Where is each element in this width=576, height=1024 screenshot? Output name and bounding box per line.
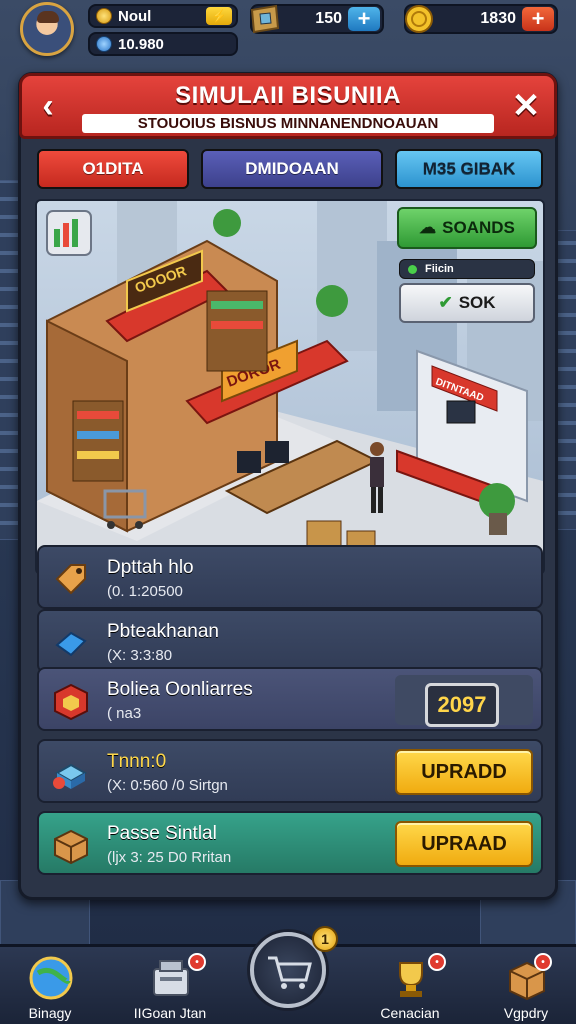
tab-first[interactable]: O1DITA xyxy=(37,149,189,189)
player-cash-pill: 10.980 xyxy=(88,32,238,56)
close-icon[interactable]: ✕ xyxy=(508,87,544,125)
check-icon: ✔ xyxy=(438,293,453,312)
list-item[interactable]: Pbteakhanan (X: 3:3:80 xyxy=(37,609,543,673)
status-dot-icon xyxy=(408,264,417,274)
counter-frame: 2097 xyxy=(395,675,533,727)
row-desc: (0. 1:20500 xyxy=(107,583,183,600)
player-name-pill: Noul ⚡ xyxy=(88,4,238,28)
map-gem-icon xyxy=(250,4,280,34)
row-desc: ( na3 xyxy=(107,705,142,722)
sounds-label: SOANDS xyxy=(442,218,515,237)
coins-value: 1830 xyxy=(480,10,516,27)
row-counter[interactable]: 2097 xyxy=(425,683,499,727)
list-item[interactable]: Dpttah hlo (0. 1:20500 xyxy=(37,545,543,609)
row-name: Passe Sintlal xyxy=(107,823,217,844)
globe-icon xyxy=(29,956,73,1000)
player-avatar[interactable] xyxy=(20,2,74,56)
list-item[interactable]: Boliea Oonliarres ( na3 2097 xyxy=(37,667,543,731)
panel-subtitle: STOUOIUS BISNUS MINNANENDNOAUAN xyxy=(82,114,494,133)
panel-header: ‹ SIMULAII BISUNIIA STOUOIUS BISNUS MINN… xyxy=(19,73,557,139)
gems-counter: 150 + xyxy=(250,4,384,34)
row-name: Boliea Oonliarres xyxy=(107,679,253,700)
nav-label: IIGoan Jtan xyxy=(133,1005,207,1021)
nav-label: Vgpdry xyxy=(503,1005,549,1021)
shop-scene[interactable]: OOOOR DOROR DITNTAAD ☁ SOANDS Fiicin ✔ S… xyxy=(35,199,545,575)
back-arrow-icon[interactable]: ‹ xyxy=(30,87,66,125)
top-bar: Noul ⚡ 10.980 150 + 1830 + xyxy=(0,0,576,64)
nav-item-cenacian[interactable]: • Cenacian xyxy=(360,947,460,1024)
upgrade-button[interactable]: UPRADD xyxy=(395,749,533,795)
gems-value: 150 xyxy=(315,10,342,27)
cash-icon xyxy=(96,36,112,52)
player-cash: 10.980 xyxy=(118,35,164,53)
player-info: Noul ⚡ 10.980 xyxy=(84,2,240,58)
coin-icon xyxy=(96,8,112,24)
cart-badge: 1 xyxy=(312,926,338,952)
nav-item-binagy[interactable]: Binagy xyxy=(0,947,100,1024)
sok-label: SOK xyxy=(458,293,496,312)
nav-item-shop[interactable]: • IIGoan Jtan xyxy=(120,947,220,1024)
list-item[interactable]: Tnnn:0 (X: 0:560 /0 Sirtgn UPRADD xyxy=(37,739,543,803)
nav-item-vgpdry[interactable]: • Vgpdry xyxy=(476,947,576,1024)
row-name: Pbteakhanan xyxy=(107,621,219,642)
tab-bar: O1DITA DMIDOAAN M35 GIBAK xyxy=(37,149,545,191)
speech-icon: ☁ xyxy=(419,218,437,237)
row-desc: (ljx 3: 25 D0 Rritan xyxy=(107,849,232,866)
nav-badge: • xyxy=(534,953,552,971)
upgrade-button[interactable]: UPRAAD xyxy=(395,821,533,867)
nav-badge: • xyxy=(428,953,446,971)
shop-illustration: OOOOR DOROR DITNTAAD xyxy=(37,201,543,573)
panel-title: SIMULAII BISUNIIA xyxy=(175,82,401,109)
row-desc: (X: 3:3:80 xyxy=(107,647,173,664)
row-name: Dpttah hlo xyxy=(107,557,194,578)
coins-counter: 1830 + xyxy=(404,4,558,34)
crate-icon xyxy=(54,829,88,865)
box-stack-icon xyxy=(53,763,88,789)
nav-label: Cenacian xyxy=(380,1005,440,1021)
list-item[interactable]: Passe Sintlal (ljx 3: 25 D0 Rritan UPRAA… xyxy=(37,811,543,875)
sok-button[interactable]: ✔ SOK xyxy=(399,283,535,323)
add-gems-button[interactable]: + xyxy=(348,6,380,31)
gold-coins-icon xyxy=(405,5,433,33)
shopping-cart-icon xyxy=(268,956,312,989)
price-tag-icon xyxy=(55,564,86,595)
sounds-button[interactable]: ☁ SOANDS xyxy=(397,207,537,249)
lightning-button[interactable]: ⚡ xyxy=(206,7,232,25)
status-strip: Fiicin xyxy=(399,259,535,279)
row-desc: (X: 0:560 /0 Sirtgn xyxy=(107,777,228,794)
nav-badge: • xyxy=(188,953,206,971)
blue-gem-icon xyxy=(55,631,87,657)
player-name: Noul xyxy=(118,7,152,25)
row-name: Tnnn:0 xyxy=(107,751,167,772)
nav-label: Binagy xyxy=(28,1005,72,1021)
status-text: Fiicin xyxy=(425,263,454,275)
tab-third[interactable]: M35 GIBAK xyxy=(395,149,543,189)
add-coins-button[interactable]: + xyxy=(522,6,554,31)
business-panel: ‹ SIMULAII BISUNIIA STOUOIUS BISNUS MINN… xyxy=(18,72,558,900)
cube-icon xyxy=(54,683,88,721)
tab-second[interactable]: DMIDOAAN xyxy=(201,149,383,189)
